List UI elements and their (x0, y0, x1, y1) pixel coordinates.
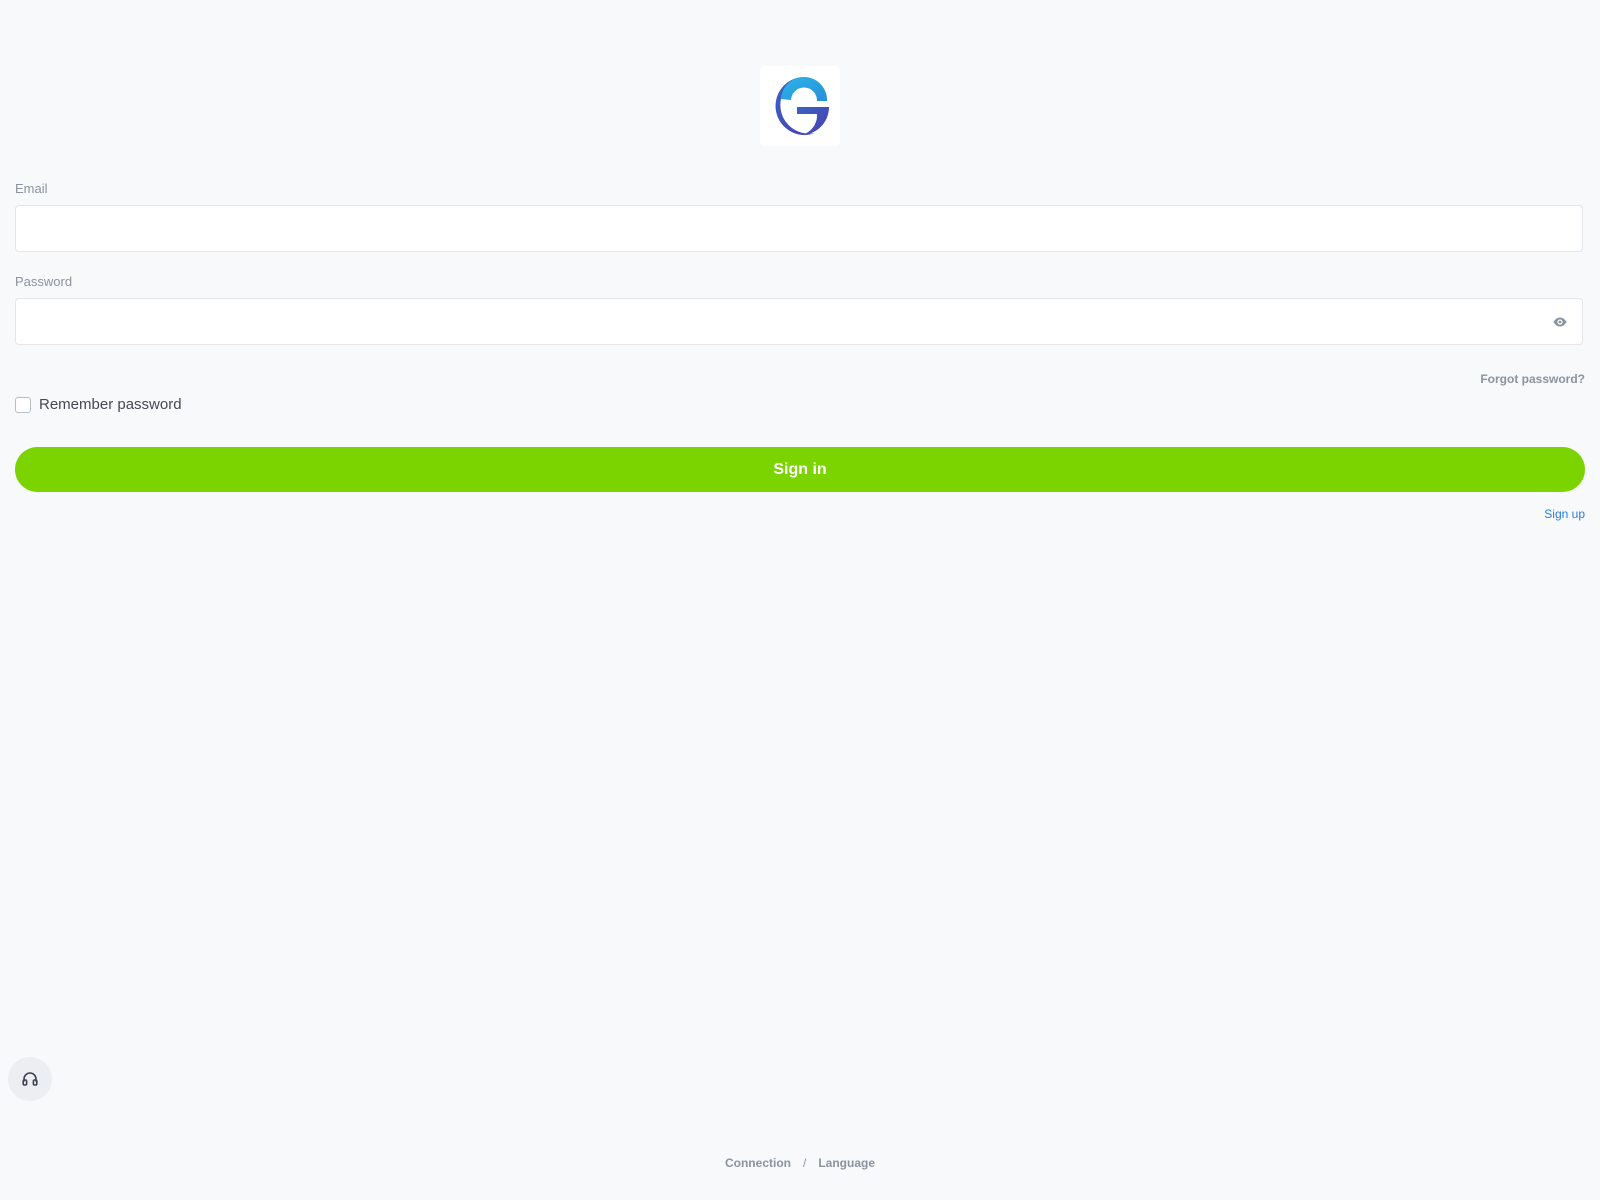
support-button[interactable] (8, 1057, 52, 1101)
login-page: Email Password Forgot password? Remember… (0, 0, 1600, 1200)
sign-up-link[interactable]: Sign up (1544, 507, 1585, 521)
headset-icon (22, 1072, 38, 1086)
password-input[interactable] (16, 299, 1582, 344)
sign-in-button[interactable]: Sign in (15, 447, 1585, 492)
connection-link[interactable]: Connection (725, 1156, 791, 1170)
password-label: Password (15, 274, 73, 289)
remember-password-toggle[interactable]: Remember password (15, 396, 182, 413)
language-link[interactable]: Language (818, 1156, 875, 1170)
password-field-wrapper (15, 298, 1583, 345)
email-label: Email (15, 181, 48, 196)
forgot-password-link[interactable]: Forgot password? (1480, 372, 1585, 386)
email-field-wrapper (15, 205, 1583, 252)
show-password-eye-icon[interactable] (1552, 314, 1568, 330)
email-input[interactable] (16, 206, 1582, 251)
footer-separator: / (802, 1156, 807, 1170)
remember-password-label: Remember password (39, 396, 182, 413)
brand-g-logo-icon (775, 76, 829, 135)
remember-password-checkbox[interactable] (15, 396, 31, 413)
footer-links: Connection / Language (0, 1156, 1600, 1170)
brand-logo (760, 66, 840, 146)
